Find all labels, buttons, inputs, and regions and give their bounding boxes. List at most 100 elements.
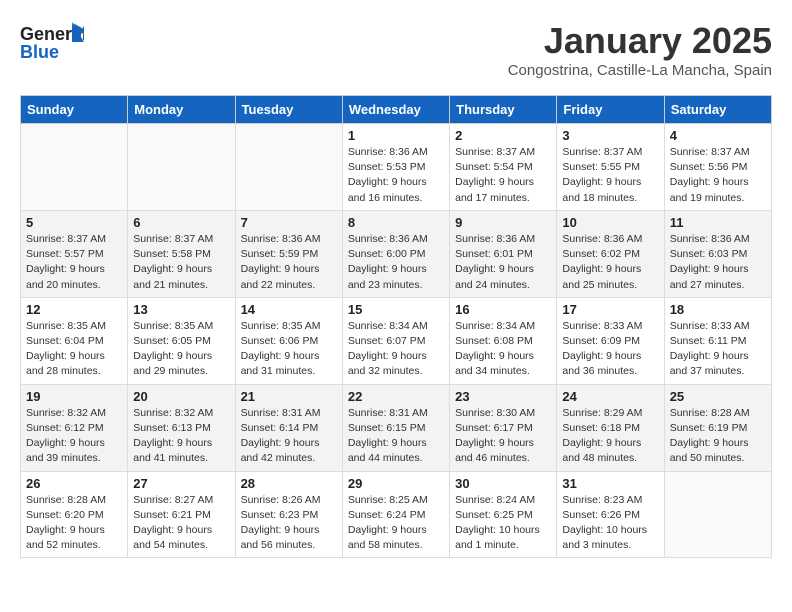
- location: Congostrina, Castille-La Mancha, Spain: [508, 62, 772, 79]
- day-info: Sunrise: 8:29 AMSunset: 6:18 PMDaylight:…: [562, 406, 658, 467]
- calendar-day-28: 28Sunrise: 8:26 AMSunset: 6:23 PMDayligh…: [235, 471, 342, 558]
- day-number: 21: [241, 389, 337, 404]
- day-number: 24: [562, 389, 658, 404]
- calendar-day-29: 29 Sunrise: 8:25 AMSunset: 6:24 PMDayligh…: [342, 471, 449, 558]
- svg-text:Blue: Blue: [20, 42, 59, 62]
- day-info: Sunrise: 8:27 AMSunset: 6:21 PMDaylight:…: [133, 493, 229, 554]
- calendar-day-23: 23 Sunrise: 8:30 AMSunset: 6:17 PMDayligh…: [450, 384, 557, 471]
- weekday-header-sunday: Sunday: [21, 96, 128, 124]
- calendar-day-5: 5Sunrise: 8:37 AMSunset: 5:57 PMDaylight…: [21, 210, 128, 297]
- day-number: 20: [133, 389, 229, 404]
- day-number: 23: [455, 389, 551, 404]
- day-number: 10: [562, 215, 658, 230]
- calendar-day-8: 8 Sunrise: 8:36 AMSunset: 6:00 PMDaylight…: [342, 210, 449, 297]
- calendar-day-17: 17Sunrise: 8:33 AMSunset: 6:09 PMDayligh…: [557, 297, 664, 384]
- calendar-day-11: 11 Sunrise: 8:36 AMSunset: 6:03 PMDayligh…: [664, 210, 771, 297]
- weekday-header-tuesday: Tuesday: [235, 96, 342, 124]
- day-number: 5: [26, 215, 122, 230]
- calendar-day-1: 1 Sunrise: 8:36 AMSunset: 5:53 PMDaylight…: [342, 124, 449, 211]
- day-info: Sunrise: 8:28 AMSunset: 6:20 PMDaylight:…: [26, 493, 122, 554]
- calendar-day-13: 13 Sunrise: 8:35 AMSunset: 6:05 PMDayligh…: [128, 297, 235, 384]
- weekday-header-friday: Friday: [557, 96, 664, 124]
- day-number: 17: [562, 302, 658, 317]
- calendar-day-4: 4 Sunrise: 8:37 AMSunset: 5:56 PMDaylight…: [664, 124, 771, 211]
- day-info: Sunrise: 8:30 AMSunset: 6:17 PMDaylight:…: [455, 406, 551, 467]
- day-number: 31: [562, 476, 658, 491]
- day-number: 2: [455, 128, 551, 143]
- day-number: 18: [670, 302, 766, 317]
- day-info: Sunrise: 8:37 AMSunset: 5:58 PMDaylight:…: [133, 232, 229, 293]
- day-number: 25: [670, 389, 766, 404]
- calendar-day-12: 12Sunrise: 8:35 AMSunset: 6:04 PMDayligh…: [21, 297, 128, 384]
- day-number: 22: [348, 389, 444, 404]
- calendar-empty-cell: [128, 124, 235, 211]
- logo-icon: General Blue: [20, 20, 84, 64]
- calendar-empty-cell: [235, 124, 342, 211]
- calendar-day-10: 10 Sunrise: 8:36 AMSunset: 6:02 PMDayligh…: [557, 210, 664, 297]
- day-info: Sunrise: 8:36 AMSunset: 6:01 PMDaylight:…: [455, 232, 551, 293]
- weekday-header-row: SundayMondayTuesdayWednesdayThursdayFrid…: [21, 96, 772, 124]
- calendar-day-6: 6 Sunrise: 8:37 AMSunset: 5:58 PMDaylight…: [128, 210, 235, 297]
- day-number: 28: [241, 476, 337, 491]
- day-info: Sunrise: 8:31 AMSunset: 6:15 PMDaylight:…: [348, 406, 444, 467]
- calendar-day-9: 9 Sunrise: 8:36 AMSunset: 6:01 PMDaylight…: [450, 210, 557, 297]
- day-number: 19: [26, 389, 122, 404]
- day-number: 4: [670, 128, 766, 143]
- day-number: 29: [348, 476, 444, 491]
- calendar-week-row: 1 Sunrise: 8:36 AMSunset: 5:53 PMDaylight…: [21, 124, 772, 211]
- day-info: Sunrise: 8:36 AMSunset: 5:53 PMDaylight:…: [348, 145, 444, 206]
- calendar-day-30: 30Sunrise: 8:24 AMSunset: 6:25 PMDayligh…: [450, 471, 557, 558]
- calendar-day-21: 21 Sunrise: 8:31 AMSunset: 6:14 PMDayligh…: [235, 384, 342, 471]
- day-info: Sunrise: 8:32 AMSunset: 6:12 PMDaylight:…: [26, 406, 122, 467]
- weekday-header-wednesday: Wednesday: [342, 96, 449, 124]
- day-info: Sunrise: 8:31 AMSunset: 6:14 PMDaylight:…: [241, 406, 337, 467]
- calendar-day-27: 27 Sunrise: 8:27 AMSunset: 6:21 PMDayligh…: [128, 471, 235, 558]
- page-header: General Blue January 2025 Congostrina, C…: [20, 20, 772, 79]
- day-number: 13: [133, 302, 229, 317]
- day-number: 3: [562, 128, 658, 143]
- calendar-day-22: 22 Sunrise: 8:31 AMSunset: 6:15 PMDayligh…: [342, 384, 449, 471]
- calendar-day-20: 20 Sunrise: 8:32 AMSunset: 6:13 PMDayligh…: [128, 384, 235, 471]
- calendar-day-7: 7Sunrise: 8:36 AMSunset: 5:59 PMDaylight…: [235, 210, 342, 297]
- day-info: Sunrise: 8:36 AMSunset: 6:03 PMDaylight:…: [670, 232, 766, 293]
- day-number: 12: [26, 302, 122, 317]
- day-info: Sunrise: 8:33 AMSunset: 6:11 PMDaylight:…: [670, 319, 766, 380]
- day-info: Sunrise: 8:34 AMSunset: 6:07 PMDaylight:…: [348, 319, 444, 380]
- weekday-header-thursday: Thursday: [450, 96, 557, 124]
- day-info: Sunrise: 8:37 AMSunset: 5:55 PMDaylight:…: [562, 145, 658, 206]
- day-info: Sunrise: 8:24 AMSunset: 6:25 PMDaylight:…: [455, 493, 551, 554]
- day-info: Sunrise: 8:37 AMSunset: 5:56 PMDaylight:…: [670, 145, 766, 206]
- day-number: 9: [455, 215, 551, 230]
- calendar-day-19: 19 Sunrise: 8:32 AMSunset: 6:12 PMDayligh…: [21, 384, 128, 471]
- day-info: Sunrise: 8:32 AMSunset: 6:13 PMDaylight:…: [133, 406, 229, 467]
- day-number: 16: [455, 302, 551, 317]
- day-info: Sunrise: 8:36 AMSunset: 5:59 PMDaylight:…: [241, 232, 337, 293]
- calendar-day-24: 24 Sunrise: 8:29 AMSunset: 6:18 PMDayligh…: [557, 384, 664, 471]
- day-number: 8: [348, 215, 444, 230]
- day-number: 14: [241, 302, 337, 317]
- weekday-header-saturday: Saturday: [664, 96, 771, 124]
- calendar-week-row: 26Sunrise: 8:28 AMSunset: 6:20 PMDayligh…: [21, 471, 772, 558]
- day-number: 6: [133, 215, 229, 230]
- day-info: Sunrise: 8:35 AMSunset: 6:05 PMDaylight:…: [133, 319, 229, 380]
- calendar-day-25: 25Sunrise: 8:28 AMSunset: 6:19 PMDayligh…: [664, 384, 771, 471]
- calendar-day-16: 16Sunrise: 8:34 AMSunset: 6:08 PMDayligh…: [450, 297, 557, 384]
- calendar-empty-cell: [664, 471, 771, 558]
- weekday-header-monday: Monday: [128, 96, 235, 124]
- calendar-day-14: 14 Sunrise: 8:35 AMSunset: 6:06 PMDayligh…: [235, 297, 342, 384]
- calendar-week-row: 5Sunrise: 8:37 AMSunset: 5:57 PMDaylight…: [21, 210, 772, 297]
- day-info: Sunrise: 8:36 AMSunset: 6:00 PMDaylight:…: [348, 232, 444, 293]
- logo: General Blue: [20, 20, 84, 69]
- day-number: 1: [348, 128, 444, 143]
- day-number: 15: [348, 302, 444, 317]
- day-number: 27: [133, 476, 229, 491]
- month-title: January 2025: [508, 20, 772, 62]
- day-number: 11: [670, 215, 766, 230]
- day-info: Sunrise: 8:23 AMSunset: 6:26 PMDaylight:…: [562, 493, 658, 554]
- day-info: Sunrise: 8:35 AMSunset: 6:06 PMDaylight:…: [241, 319, 337, 380]
- calendar-day-18: 18 Sunrise: 8:33 AMSunset: 6:11 PMDayligh…: [664, 297, 771, 384]
- day-info: Sunrise: 8:25 AMSunset: 6:24 PMDaylight:…: [348, 493, 444, 554]
- calendar-day-3: 3 Sunrise: 8:37 AMSunset: 5:55 PMDaylight…: [557, 124, 664, 211]
- day-info: Sunrise: 8:36 AMSunset: 6:02 PMDaylight:…: [562, 232, 658, 293]
- calendar-day-26: 26Sunrise: 8:28 AMSunset: 6:20 PMDayligh…: [21, 471, 128, 558]
